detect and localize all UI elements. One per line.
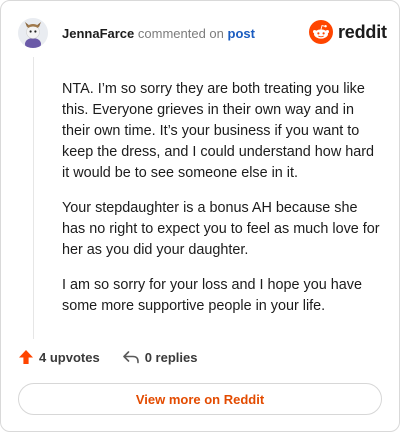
comment-paragraph: NTA. I’m so sorry they are both treating… <box>62 81 375 181</box>
comment-actions: 4 upvotes 0 replies <box>18 349 197 365</box>
commented-on-text: commented on <box>137 26 224 41</box>
view-more-button[interactable]: View more on Reddit <box>18 383 382 415</box>
comment-header: JennaFarce commented on post <box>62 25 255 43</box>
reddit-logo[interactable]: reddit <box>309 20 387 44</box>
post-link[interactable]: post <box>228 26 255 41</box>
reddit-wordmark: reddit <box>338 21 387 42</box>
reply-arrow-icon <box>122 351 139 364</box>
embedded-comment-card: JennaFarce commented on post reddit NTA.… <box>0 0 400 432</box>
reply-count: 0 replies <box>144 349 198 365</box>
upvote-button[interactable]: 4 upvotes <box>18 349 100 365</box>
comment-paragraph: I am so sorry for your loss and I hope y… <box>62 277 362 314</box>
upvote-arrow-icon <box>19 350 33 364</box>
user-avatar[interactable] <box>18 18 48 48</box>
comment-body: NTA. I’m so sorry they are both treating… <box>62 79 384 331</box>
comment-paragraph: Your stepdaughter is a bonus AH because … <box>62 200 380 258</box>
upvote-count: 4 upvotes <box>39 349 100 365</box>
reddit-snoo-icon <box>309 20 333 44</box>
replies-button[interactable]: 0 replies <box>122 349 198 365</box>
username-link[interactable]: JennaFarce <box>62 26 134 41</box>
avatar-icon <box>18 18 48 48</box>
thread-line <box>33 57 34 339</box>
